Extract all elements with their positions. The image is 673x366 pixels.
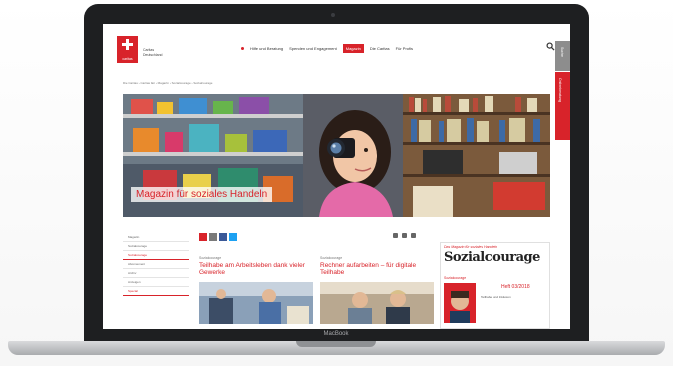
sidemenu-item[interactable]: Sozialcourage	[123, 242, 189, 251]
main-nav: Hilfe und Beratung Spenden und Engagemen…	[241, 44, 413, 53]
home-icon[interactable]	[241, 47, 244, 50]
stage: MacBook caritas Caritas Deutschland Hilf…	[0, 0, 673, 366]
article-image[interactable]	[320, 282, 434, 324]
share-icon[interactable]	[199, 233, 207, 241]
cross-icon	[122, 39, 133, 50]
caritas-logo[interactable]: caritas	[117, 36, 138, 63]
browser-screen: caritas Caritas Deutschland Hilfe und Be…	[103, 24, 570, 329]
magazine-cover-image[interactable]	[444, 283, 476, 323]
search-icon[interactable]	[546, 42, 555, 51]
article-image[interactable]	[199, 282, 313, 324]
nav-item-spenden[interactable]: Spenden und Engagement	[289, 46, 337, 51]
side-tab-onlineberatung[interactable]: Onlineberatung	[555, 72, 570, 140]
laptop-model-label: MacBook	[323, 331, 349, 337]
page-tools	[393, 233, 416, 238]
laptop-camera	[331, 13, 335, 17]
sidemenu-item[interactable]: Anzeigen	[123, 278, 189, 287]
sidemenu-item[interactable]: Special	[123, 287, 189, 296]
twitter-icon[interactable]	[229, 233, 237, 241]
nav-item-magazin[interactable]: Magazin	[342, 44, 364, 53]
article-card[interactable]: Sozialcourage Teilhabe am Arbeitsleben d…	[199, 256, 313, 324]
hero-image: Magazin für soziales Handeln	[123, 94, 550, 217]
sidemenu-item[interactable]: Magazin	[123, 233, 189, 242]
article-kicker: Sozialcourage	[320, 256, 343, 260]
org-name-line2: Deutschland	[143, 52, 163, 57]
magazine-subtitle: Sozialcourage	[444, 276, 467, 280]
sidemenu-item[interactable]: Abonnement	[123, 260, 189, 269]
side-tab-search[interactable]: Suche	[555, 41, 570, 71]
share-bar	[199, 233, 237, 241]
logo-text: caritas	[122, 57, 133, 61]
magazine-title[interactable]: Sozialcourage	[444, 250, 540, 265]
nav-item-hilfe[interactable]: Hilfe und Beratung	[250, 46, 283, 51]
sidemenu-item[interactable]: Archiv	[123, 269, 189, 278]
sidemenu-item-active[interactable]: Sozialcourage	[123, 251, 189, 260]
article-headline[interactable]: Teilhabe am Arbeitsleben dank vieler Gew…	[199, 262, 313, 276]
sub-navigation: Magazin Sozialcourage Sozialcourage Abon…	[123, 233, 189, 296]
magazine-issue[interactable]: Heft 03/2018	[501, 284, 530, 290]
laptop-notch	[296, 341, 376, 347]
bookmark-icon[interactable]	[411, 233, 416, 238]
magazine-blurb: Teilhabe und Inklusion	[481, 295, 511, 299]
facebook-icon[interactable]	[219, 233, 227, 241]
print-icon[interactable]	[393, 233, 398, 238]
breadcrumb[interactable]: Die Caritas › Caritas fair › Magazin › S…	[123, 81, 212, 85]
article-card[interactable]: Sozialcourage Rechner aufarbeiten – für …	[320, 256, 434, 324]
email-icon[interactable]	[209, 233, 217, 241]
nav-item-die-caritas[interactable]: Die Caritas	[370, 46, 390, 51]
hero-caption[interactable]: Magazin für soziales Handeln	[131, 187, 273, 202]
article-headline[interactable]: Rechner aufarbeiten – für digitale Teilh…	[320, 262, 434, 276]
magazine-tagline: Das Magazin für soziales Handeln	[444, 245, 498, 249]
nav-item-fuer-profis[interactable]: Für Profis	[396, 46, 413, 51]
side-tab-onlineberatung-label: Onlineberatung	[558, 78, 562, 102]
org-name: Caritas Deutschland	[143, 48, 162, 57]
font-size-icon[interactable]	[402, 233, 407, 238]
side-tab-search-label: Suche	[560, 47, 564, 57]
magazine-teaser[interactable]: Das Magazin für soziales Handeln Sozialc…	[440, 242, 550, 329]
article-kicker: Sozialcourage	[199, 256, 222, 260]
